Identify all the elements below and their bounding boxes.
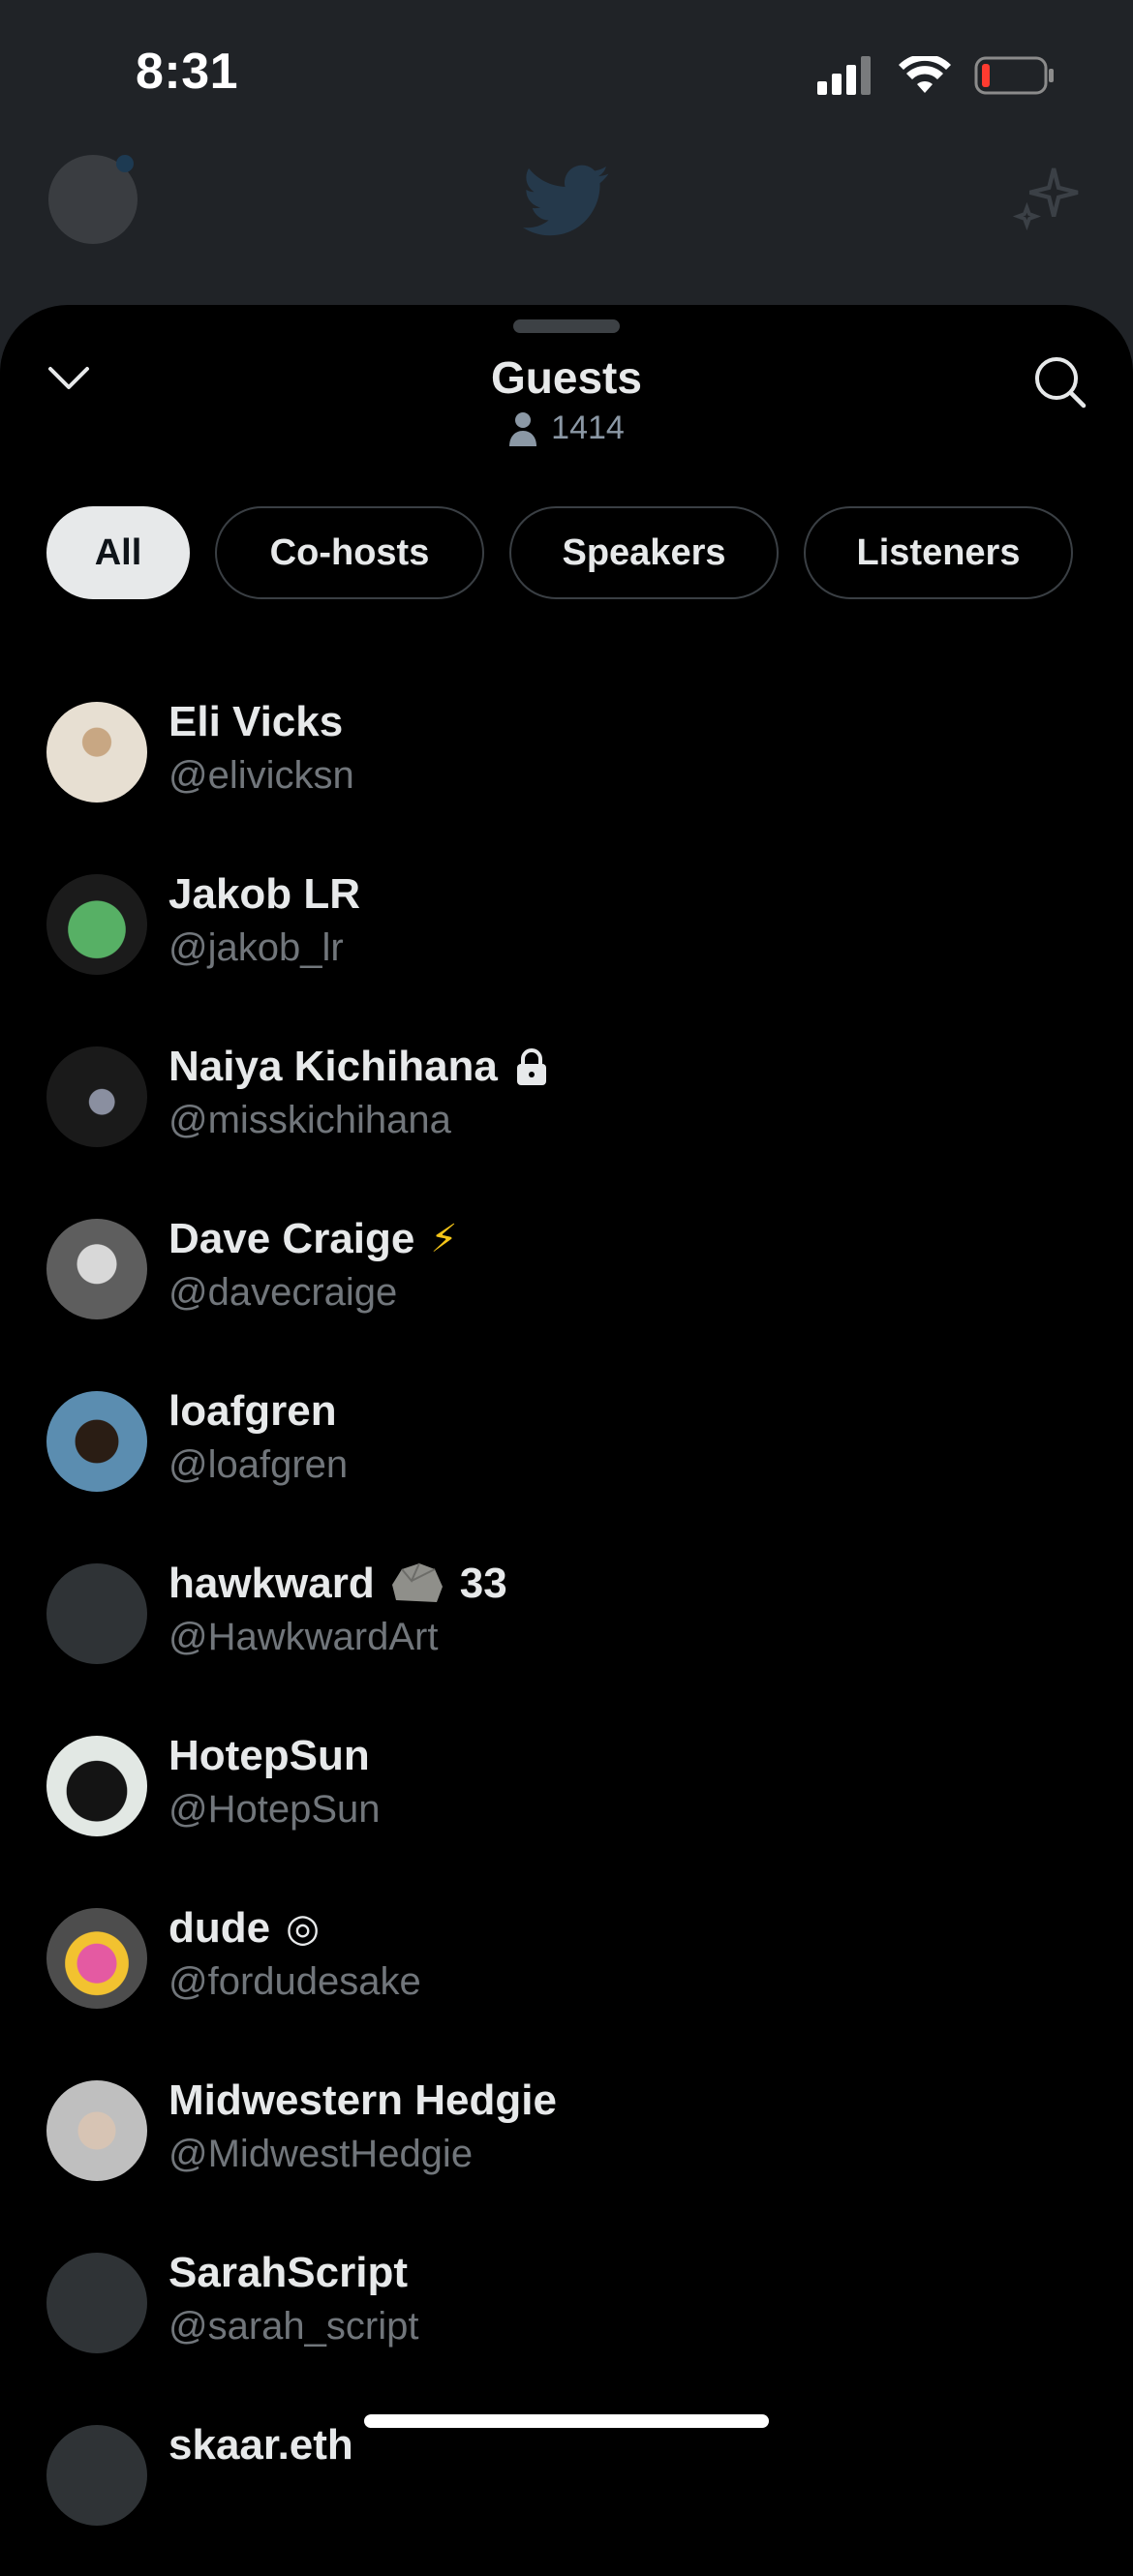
guest-handle: @fordudesake (168, 1960, 421, 2003)
list-item[interactable]: Dave Craige ⚡ @davecraige (46, 1197, 1087, 1370)
guest-name: HotepSun (168, 1732, 370, 1779)
list-item[interactable]: Jakob LR @jakob_lr (46, 853, 1087, 1025)
avatar (46, 702, 147, 803)
guest-handle: @davecraige (168, 1271, 398, 1314)
sparkle-icon (1012, 167, 1079, 231)
guest-name: skaar.eth (168, 2421, 353, 2469)
avatar (46, 1219, 147, 1319)
avatar (46, 2425, 147, 2526)
guest-count: 1414 (0, 409, 1133, 447)
avatar (46, 1046, 147, 1147)
guest-handle: @misskichihana (168, 1099, 451, 1141)
guest-name: Dave Craige (168, 1215, 415, 1262)
list-item[interactable]: hawkward 33 @HawkwardArt (46, 1542, 1087, 1714)
guest-name: dude (168, 1904, 271, 1952)
lock-icon (516, 1048, 546, 1085)
sheet-title: Guests (491, 352, 642, 403)
list-item[interactable]: HotepSun @HotepSun (46, 1714, 1087, 1887)
guest-name: Midwestern Hedgie (168, 2076, 557, 2124)
search-icon[interactable] (1031, 353, 1089, 411)
avatar (46, 1908, 147, 2009)
guests-sheet: Guests 1414 All Co-hosts Speakers Listen… (0, 305, 1133, 2526)
tab-co-hosts[interactable]: Co-hosts (215, 506, 484, 599)
sheet-grabber[interactable] (513, 319, 620, 333)
battery-icon (974, 56, 1054, 95)
guest-count-value: 1414 (551, 409, 625, 446)
home-indicator[interactable] (364, 2414, 769, 2428)
filter-tabs: All Co-hosts Speakers Listeners (46, 506, 1073, 599)
guest-handle: @HawkwardArt (168, 1616, 439, 1658)
guest-list: Eli Vicks @elivicksn Jakob LR @jakob_lr … (46, 681, 1087, 2576)
guest-handle: @elivicksn (168, 754, 354, 797)
avatar (46, 1563, 147, 1664)
guest-name: Eli Vicks (168, 698, 344, 745)
status-time: 8:31 (136, 44, 239, 100)
list-item[interactable]: Eli Vicks @elivicksn (46, 681, 1087, 853)
twitter-bird-icon (523, 165, 609, 236)
cellular-signal-icon (817, 56, 871, 95)
avatar (46, 1736, 147, 1836)
wifi-icon (899, 56, 951, 93)
lightning-icon: ⚡ (430, 1218, 458, 1260)
guest-name-suffix: 33 (459, 1560, 507, 1607)
tab-listeners[interactable]: Listeners (804, 506, 1073, 599)
guest-name: SarahScript (168, 2249, 408, 2296)
guest-name: hawkward (168, 1560, 375, 1607)
list-item[interactable]: dude ◎ @fordudesake (46, 1887, 1087, 2059)
notification-dot (116, 155, 134, 172)
guest-name: Naiya Kichihana (168, 1043, 498, 1090)
person-icon (509, 411, 537, 446)
guest-name: Jakob LR (168, 870, 361, 918)
guest-handle: @sarah_script (168, 2305, 419, 2348)
tab-all[interactable]: All (46, 506, 190, 599)
avatar (46, 1391, 147, 1492)
guest-handle: @MidwestHedgie (168, 2133, 474, 2175)
guest-handle: @jakob_lr (168, 926, 344, 969)
status-icons (817, 54, 1056, 97)
avatar (46, 874, 147, 975)
avatar (46, 2253, 147, 2353)
list-item[interactable]: Midwestern Hedgie @MidwestHedgie (46, 2059, 1087, 2231)
list-item[interactable]: Naiya Kichihana @misskichihana (46, 1025, 1087, 1197)
target-icon: ◎ (286, 1907, 321, 1950)
tab-speakers[interactable]: Speakers (509, 506, 779, 599)
guest-handle: @loafgren (168, 1443, 349, 1486)
list-item[interactable]: SarahScript @sarah_script (46, 2231, 1087, 2404)
rock-icon (391, 1562, 443, 1602)
list-item[interactable]: loafgren @loafgren (46, 1370, 1087, 1542)
guest-handle: @HotepSun (168, 1788, 381, 1831)
avatar (46, 2080, 147, 2181)
guest-name: loafgren (168, 1387, 337, 1435)
list-item[interactable]: skaar.eth (46, 2404, 1087, 2576)
